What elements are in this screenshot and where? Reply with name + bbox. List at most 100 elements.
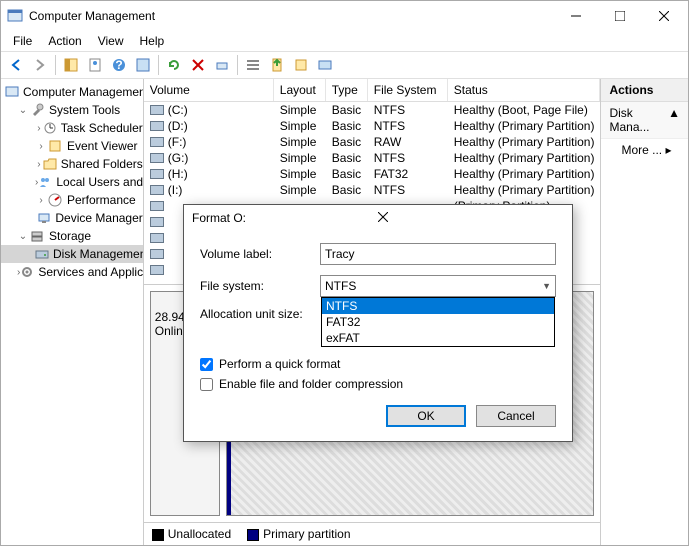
tree-services[interactable]: ›Services and Applications bbox=[1, 263, 143, 281]
quick-format-checkbox[interactable]: Perform a quick format bbox=[200, 357, 556, 371]
show-hide-button[interactable] bbox=[60, 54, 82, 76]
chevron-right-icon: ▸ bbox=[666, 143, 672, 157]
menu-file[interactable]: File bbox=[5, 32, 40, 50]
actions-pane: Actions Disk Mana... ▲ More ... ▸ bbox=[601, 79, 688, 545]
forward-button[interactable] bbox=[29, 54, 51, 76]
menu-action[interactable]: Action bbox=[40, 32, 89, 50]
disk-icon bbox=[35, 246, 49, 262]
tools-icon bbox=[29, 102, 45, 118]
quick-format-input[interactable] bbox=[200, 358, 213, 371]
navigation-tree[interactable]: Computer Management (Local) ⌄ System Too… bbox=[1, 79, 144, 545]
file-system-dropdown[interactable]: NTFS FAT32 exFAT bbox=[321, 297, 555, 347]
actions-header: Actions bbox=[601, 79, 688, 102]
ok-button[interactable]: OK bbox=[386, 405, 466, 427]
dialog-close-button[interactable] bbox=[378, 211, 564, 225]
attach-button[interactable] bbox=[266, 54, 288, 76]
clock-icon bbox=[43, 120, 57, 136]
tree-root[interactable]: Computer Management (Local) bbox=[1, 83, 143, 101]
delete-button[interactable] bbox=[187, 54, 209, 76]
fs-option-exfat[interactable]: exFAT bbox=[322, 330, 554, 346]
volume-icon bbox=[150, 201, 164, 211]
actions-category[interactable]: Disk Mana... ▲ bbox=[601, 102, 688, 139]
chevron-down-icon: ▼ bbox=[542, 281, 551, 291]
volume-icon bbox=[150, 121, 164, 131]
minimize-button[interactable] bbox=[554, 1, 598, 31]
properties-button[interactable] bbox=[84, 54, 106, 76]
actions-more[interactable]: More ... ▸ bbox=[601, 139, 688, 161]
header-volume[interactable]: Volume bbox=[144, 79, 274, 101]
volume-icon bbox=[150, 169, 164, 179]
table-row[interactable]: (F:)SimpleBasicRAWHealthy (Primary Parti… bbox=[144, 134, 601, 150]
volume-icon bbox=[150, 249, 164, 259]
volume-icon bbox=[150, 265, 164, 275]
options-button[interactable] bbox=[290, 54, 312, 76]
dialog-titlebar[interactable]: Format O: bbox=[184, 205, 572, 231]
tree-task-scheduler[interactable]: ›Task Scheduler bbox=[1, 119, 143, 137]
expand-icon[interactable]: ⌄ bbox=[17, 105, 29, 116]
tree-event-viewer[interactable]: ›Event Viewer bbox=[1, 137, 143, 155]
menu-bar: File Action View Help bbox=[1, 31, 688, 51]
toolbar: ? bbox=[1, 51, 688, 79]
tree-system-tools[interactable]: ⌄ System Tools bbox=[1, 101, 143, 119]
fs-option-fat32[interactable]: FAT32 bbox=[322, 314, 554, 330]
header-fs[interactable]: File System bbox=[368, 79, 448, 101]
tree-disk-management[interactable]: Disk Management bbox=[1, 245, 143, 263]
fs-option-ntfs[interactable]: NTFS bbox=[322, 298, 554, 314]
file-system-value: NTFS bbox=[325, 279, 356, 293]
format-dialog: Format O: Volume label: File system: NTF… bbox=[183, 204, 573, 442]
tree-device-manager[interactable]: Device Manager bbox=[1, 209, 143, 227]
volume-icon bbox=[150, 233, 164, 243]
action-refresh-button[interactable] bbox=[163, 54, 185, 76]
refresh-button[interactable] bbox=[132, 54, 154, 76]
rescan-button[interactable] bbox=[211, 54, 233, 76]
svg-text:?: ? bbox=[115, 58, 122, 72]
header-layout[interactable]: Layout bbox=[274, 79, 326, 101]
legend: Unallocated Primary partition bbox=[144, 522, 601, 545]
volume-label-label: Volume label: bbox=[200, 247, 320, 261]
tree-local-users[interactable]: ›Local Users and Groups bbox=[1, 173, 143, 191]
compression-checkbox[interactable]: Enable file and folder compression bbox=[200, 377, 556, 391]
file-system-label: File system: bbox=[200, 279, 320, 293]
table-header[interactable]: Volume Layout Type File System Status bbox=[144, 79, 601, 102]
table-row[interactable]: (H:)SimpleBasicFAT32Healthy (Primary Par… bbox=[144, 166, 601, 182]
table-row[interactable]: (G:)SimpleBasicNTFSHealthy (Primary Part… bbox=[144, 150, 601, 166]
window-title: Computer Management bbox=[29, 9, 554, 23]
allocation-unit-label: Allocation unit size: bbox=[200, 307, 320, 321]
tree-performance[interactable]: ›Performance bbox=[1, 191, 143, 209]
device-icon bbox=[37, 210, 51, 226]
legend-unallocated: Unallocated bbox=[152, 527, 231, 541]
maximize-button[interactable] bbox=[598, 1, 642, 31]
table-row[interactable]: (C:)SimpleBasicNTFSHealthy (Boot, Page F… bbox=[144, 102, 601, 118]
app-icon bbox=[7, 8, 23, 24]
collapse-icon[interactable]: ▲ bbox=[668, 106, 680, 134]
legend-primary: Primary partition bbox=[247, 527, 350, 541]
table-row[interactable]: (I:)SimpleBasicNTFSHealthy (Primary Part… bbox=[144, 182, 601, 198]
users-icon bbox=[38, 174, 52, 190]
compression-input[interactable] bbox=[200, 378, 213, 391]
tree-storage[interactable]: ⌄Storage bbox=[1, 227, 143, 245]
help-button[interactable]: ? bbox=[108, 54, 130, 76]
performance-icon bbox=[47, 192, 63, 208]
cancel-button[interactable]: Cancel bbox=[476, 405, 556, 427]
table-row[interactable]: (D:)SimpleBasicNTFSHealthy (Primary Part… bbox=[144, 118, 601, 134]
volume-icon bbox=[150, 217, 164, 227]
dialog-title: Format O: bbox=[192, 211, 378, 225]
services-icon bbox=[20, 264, 34, 280]
volume-label-input[interactable] bbox=[320, 243, 556, 265]
settings-button[interactable] bbox=[314, 54, 336, 76]
tree-shared-folders[interactable]: ›Shared Folders bbox=[1, 155, 143, 173]
computer-icon bbox=[5, 84, 19, 100]
title-bar: Computer Management bbox=[1, 1, 688, 31]
volume-icon bbox=[150, 137, 164, 147]
header-type[interactable]: Type bbox=[326, 79, 368, 101]
header-status[interactable]: Status bbox=[448, 79, 601, 101]
list-button[interactable] bbox=[242, 54, 264, 76]
storage-icon bbox=[29, 228, 45, 244]
folder-icon bbox=[43, 156, 57, 172]
file-system-combo[interactable]: NTFS ▼ NTFS FAT32 exFAT bbox=[320, 275, 556, 297]
back-button[interactable] bbox=[5, 54, 27, 76]
menu-help[interactable]: Help bbox=[132, 32, 173, 50]
volume-icon bbox=[150, 153, 164, 163]
close-button[interactable] bbox=[642, 1, 686, 31]
menu-view[interactable]: View bbox=[90, 32, 132, 50]
